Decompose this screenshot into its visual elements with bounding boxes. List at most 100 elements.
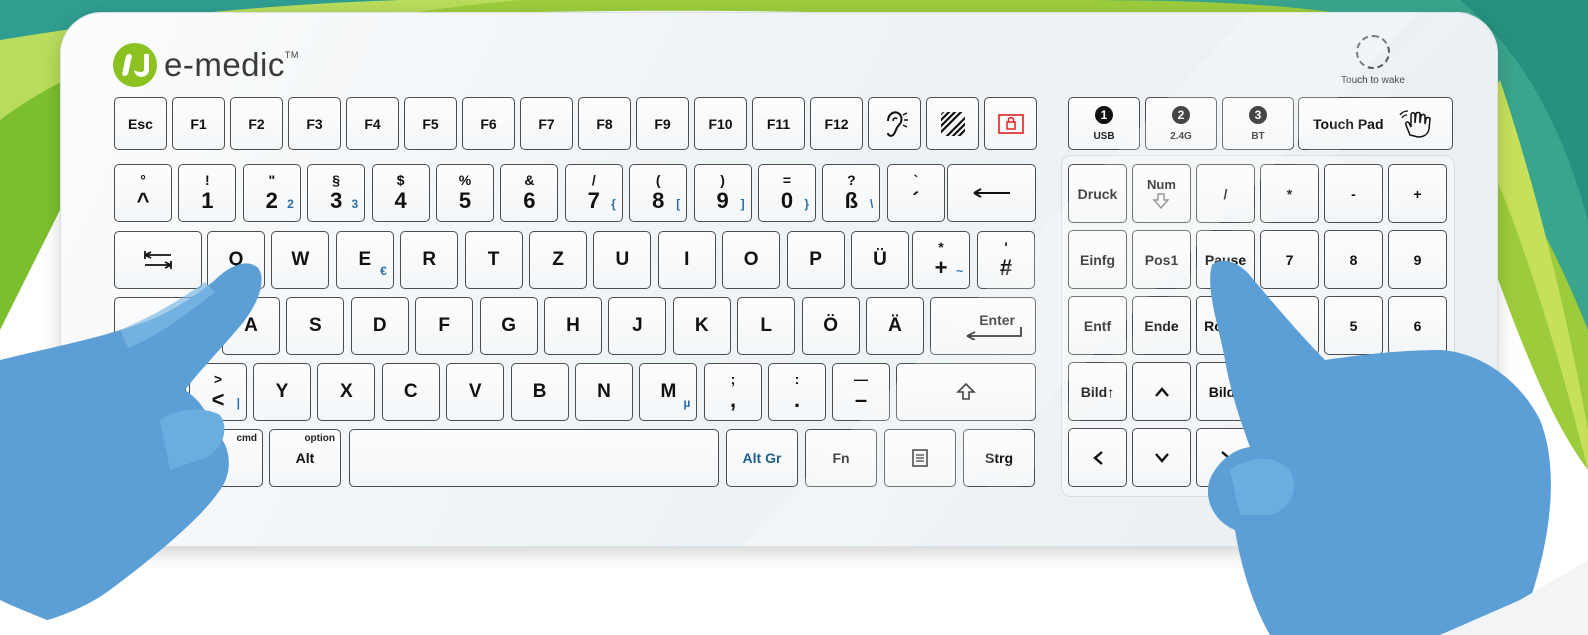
key-f2[interactable]: F2 bbox=[230, 97, 283, 150]
key-esc[interactable]: Esc bbox=[114, 97, 167, 150]
key-p[interactable]: P bbox=[786, 231, 845, 289]
key-f8[interactable]: F8 bbox=[578, 97, 631, 150]
key-bild-up[interactable]: Bild↑ bbox=[1068, 362, 1127, 421]
key-i[interactable]: I bbox=[657, 231, 716, 289]
key-f7[interactable]: F7 bbox=[520, 97, 573, 150]
key-lock[interactable] bbox=[984, 97, 1037, 150]
key-enter[interactable]: Enter bbox=[930, 297, 1036, 355]
key-f11[interactable]: F11 bbox=[752, 97, 805, 150]
key-np-7[interactable]: 7 bbox=[1260, 230, 1319, 289]
key-y[interactable]: Y bbox=[253, 363, 311, 421]
key-druck[interactable]: Druck bbox=[1068, 164, 1127, 223]
key-num-8[interactable]: (8 [ bbox=[629, 164, 688, 222]
key-arrow-left[interactable] bbox=[1068, 428, 1127, 487]
key-num-10[interactable]: = 0} bbox=[758, 164, 816, 222]
key-n[interactable]: N bbox=[575, 363, 633, 421]
key-strg[interactable]: Strg bbox=[963, 429, 1035, 487]
key-num-2[interactable]: " 2 2 bbox=[242, 164, 301, 222]
key-num-5[interactable]: % 5 bbox=[436, 164, 494, 222]
key-ctrl-left[interactable] bbox=[114, 429, 202, 487]
key-backlight[interactable] bbox=[926, 97, 979, 150]
key-f3[interactable]: F3 bbox=[288, 97, 341, 150]
key-np-star[interactable]: * bbox=[1260, 164, 1319, 223]
key-e[interactable]: E € bbox=[335, 231, 394, 289]
key-f9[interactable]: F9 bbox=[636, 97, 689, 150]
key-ü[interactable]: Ü bbox=[851, 231, 909, 289]
key-entf[interactable]: Entf bbox=[1068, 296, 1127, 355]
key-einfg[interactable]: Einfg bbox=[1068, 230, 1127, 289]
key-q[interactable]: Q bbox=[207, 231, 265, 289]
key-v[interactable]: V bbox=[446, 363, 505, 421]
key-conn-bt[interactable]: 3 BT bbox=[1222, 97, 1294, 150]
key-f12[interactable]: F12 bbox=[810, 97, 863, 150]
key-f1[interactable]: F1 bbox=[172, 97, 225, 150]
key-f10[interactable]: F10 bbox=[694, 97, 747, 150]
key-np-minus[interactable]: - bbox=[1324, 164, 1383, 223]
key-altgr[interactable]: Alt Gr bbox=[726, 429, 798, 487]
key-x[interactable]: X bbox=[317, 363, 376, 421]
key-num-7[interactable]: /7 { bbox=[564, 164, 623, 222]
key-np-9[interactable]: 9 bbox=[1388, 230, 1447, 289]
key-num-0[interactable]: ° ^ bbox=[114, 164, 172, 222]
key-arrow-right[interactable] bbox=[1196, 428, 1255, 487]
key-num-1[interactable]: ! 1 bbox=[178, 164, 237, 222]
key-umlaut-10[interactable]: Ä bbox=[866, 297, 924, 355]
key-s[interactable]: S bbox=[286, 297, 345, 355]
key-arrow-down[interactable] bbox=[1132, 428, 1191, 487]
key-rollen[interactable]: Rollen bbox=[1196, 296, 1255, 355]
key-comma[interactable]: ;, bbox=[704, 363, 762, 421]
key-num-11[interactable]: ? ß \ bbox=[822, 164, 881, 222]
key-f6[interactable]: F6 bbox=[462, 97, 515, 150]
key-conn-usb[interactable]: 1 USB bbox=[1068, 97, 1140, 150]
key-space[interactable] bbox=[349, 429, 719, 487]
key-arrow-up[interactable] bbox=[1132, 362, 1191, 421]
key-f5[interactable]: F5 bbox=[404, 97, 457, 150]
key-h[interactable]: H bbox=[544, 297, 602, 355]
key-pos1[interactable]: Pos1 bbox=[1132, 230, 1191, 289]
key-fn[interactable]: Fn bbox=[805, 429, 877, 487]
key-shift-left[interactable] bbox=[114, 363, 186, 421]
key-t[interactable]: T bbox=[464, 231, 523, 289]
key-f[interactable]: F bbox=[415, 297, 474, 355]
key-win-fn[interactable]: cmd bbox=[207, 429, 263, 487]
key-conn-24g[interactable]: 2 2.4G bbox=[1145, 97, 1217, 150]
key-num-3[interactable]: § 3 3 bbox=[307, 164, 366, 222]
key-capslock[interactable] bbox=[114, 297, 217, 355]
key-a[interactable]: A bbox=[222, 297, 280, 355]
key-umlaut-9[interactable]: Ö bbox=[801, 297, 860, 355]
key-j[interactable]: J bbox=[608, 297, 667, 355]
key-ende[interactable]: Ende bbox=[1132, 296, 1191, 355]
key-w[interactable]: W bbox=[271, 231, 330, 289]
key-g[interactable]: G bbox=[479, 297, 538, 355]
key-plus[interactable]: * + ~ bbox=[912, 231, 970, 289]
key-k[interactable]: K bbox=[672, 297, 731, 355]
key-num-9[interactable]: ) 9] bbox=[693, 164, 752, 222]
key-tab[interactable] bbox=[114, 231, 202, 289]
touch-to-wake[interactable]: Touch to wake bbox=[1333, 35, 1413, 86]
key-backspace[interactable] bbox=[947, 164, 1036, 222]
key-np-4[interactable] bbox=[1260, 296, 1319, 355]
key-z[interactable]: Z bbox=[529, 231, 587, 289]
key-hearing[interactable] bbox=[868, 97, 921, 150]
key-bild-down[interactable]: Bild↓ bbox=[1196, 362, 1255, 421]
key-np-plus[interactable]: + bbox=[1388, 164, 1447, 223]
key-num-4[interactable]: $4 bbox=[371, 164, 430, 222]
key-lessthan[interactable]: > < | bbox=[189, 363, 247, 421]
key-np-6[interactable]: 6 bbox=[1388, 296, 1447, 355]
key-menu[interactable] bbox=[884, 429, 956, 487]
key-u[interactable]: U bbox=[593, 231, 652, 289]
key-touchpad[interactable]: Touch Pad bbox=[1298, 97, 1453, 150]
key-c[interactable]: C bbox=[381, 363, 440, 421]
key-b[interactable]: B bbox=[510, 363, 569, 421]
key-pause[interactable]: Pause bbox=[1196, 230, 1255, 289]
key-hash[interactable]: ' # bbox=[977, 231, 1035, 289]
key-num-6[interactable]: & 6 bbox=[500, 164, 559, 222]
key-period[interactable]: :. bbox=[768, 363, 826, 421]
key-r[interactable]: R bbox=[400, 231, 459, 289]
key-np-slash[interactable]: / bbox=[1196, 164, 1255, 223]
key-o[interactable]: O bbox=[722, 231, 781, 289]
key-f4[interactable]: F4 bbox=[346, 97, 399, 150]
key-np-8[interactable]: 8 bbox=[1324, 230, 1383, 289]
key-np-5[interactable]: 5 bbox=[1324, 296, 1383, 355]
key-dash[interactable]: — – bbox=[832, 363, 890, 421]
